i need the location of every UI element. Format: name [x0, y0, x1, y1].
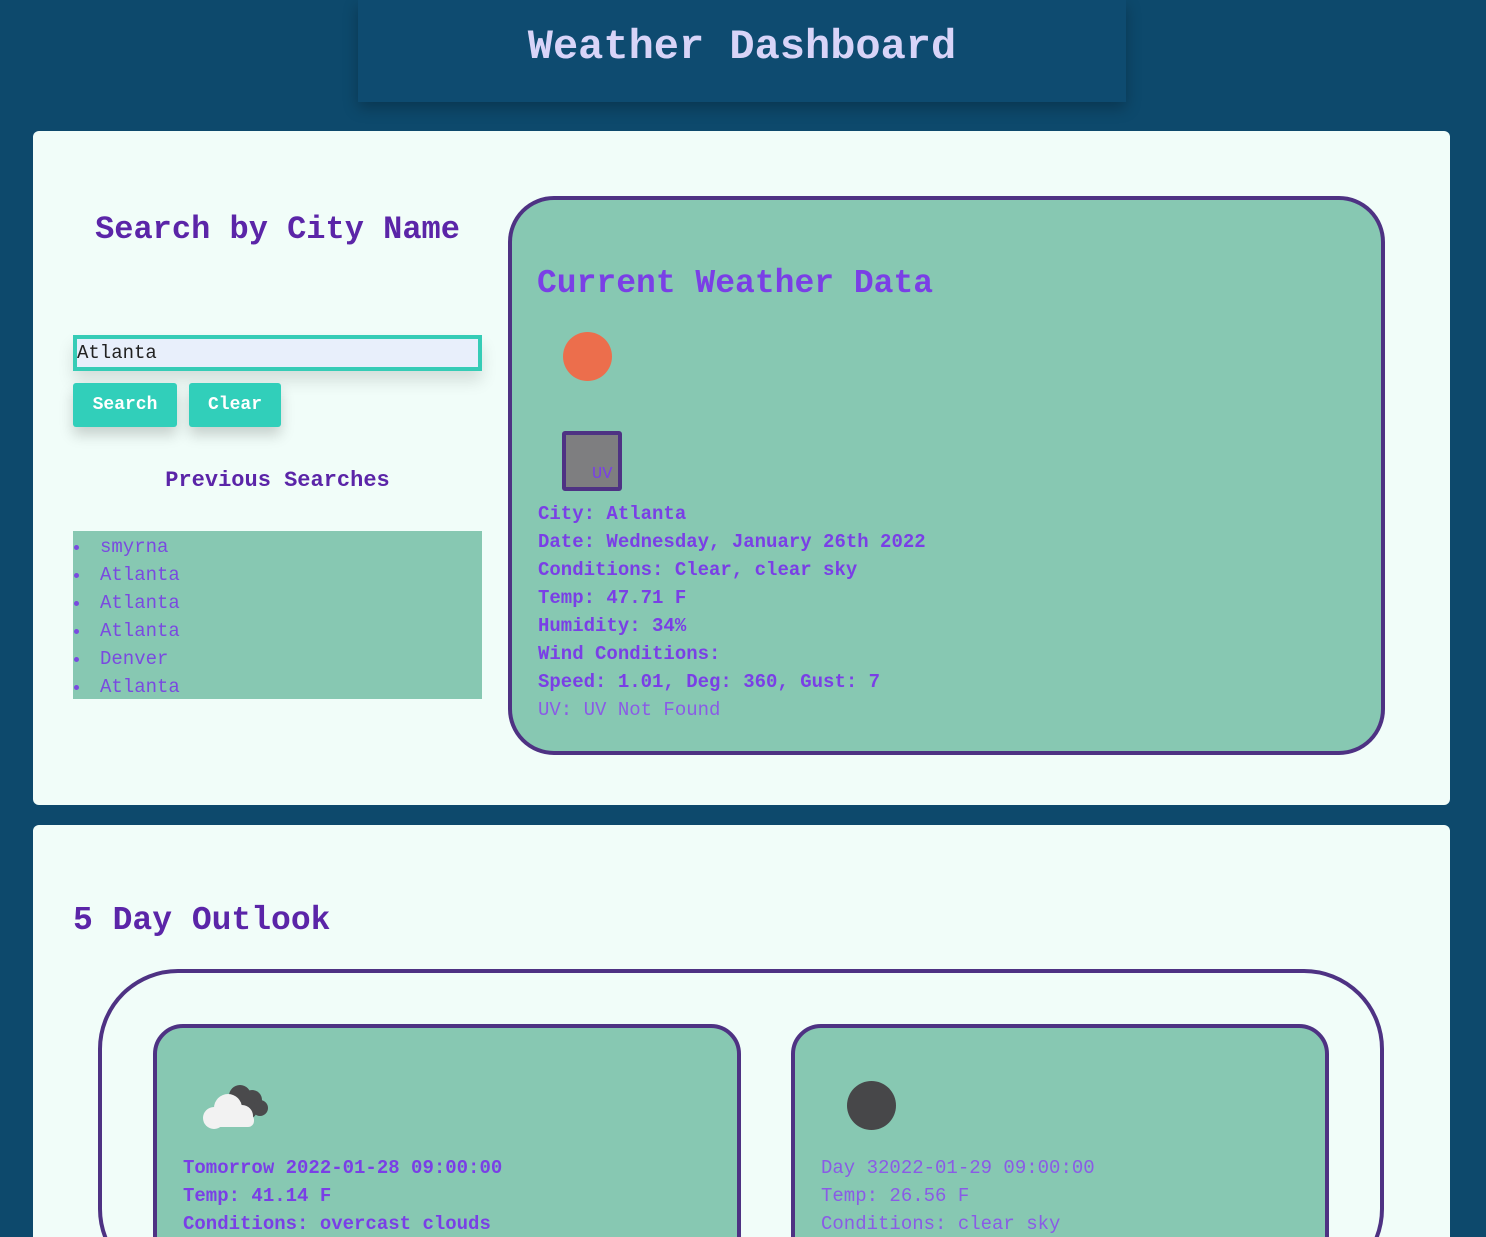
sun-icon	[563, 332, 612, 381]
previous-search-item[interactable]: Atlanta	[73, 673, 482, 701]
previous-search-item[interactable]: Atlanta	[73, 589, 482, 617]
uv-indicator-label: UV	[592, 465, 613, 484]
current-temp: Temp: 47.71 F	[538, 587, 687, 609]
city-search-input[interactable]	[73, 335, 482, 371]
moon-icon	[847, 1081, 896, 1130]
previous-search-item[interactable]: Denver	[73, 645, 482, 673]
search-title: Search by City Name	[95, 211, 460, 248]
uv-indicator: UV	[562, 431, 622, 491]
forecast-heading: Day 32022-01-29 09:00:00	[821, 1157, 1095, 1179]
previous-searches-list: smyrna Atlanta Atlanta Atlanta Denver At…	[73, 531, 482, 699]
previous-search-item[interactable]: smyrna	[73, 533, 482, 561]
page-title: Weather Dashboard	[527, 23, 957, 71]
current-city: City: Atlanta	[538, 503, 687, 525]
current-date: Date: Wednesday, January 26th 2022	[538, 531, 926, 553]
forecast-heading: Tomorrow 2022-01-28 09:00:00	[183, 1157, 503, 1179]
current-humidity: Humidity: 34%	[538, 615, 687, 637]
previous-search-item[interactable]: Atlanta	[73, 561, 482, 589]
outlook-title: 5 Day Outlook	[73, 902, 331, 939]
forecast-conditions: Conditions: clear sky	[821, 1213, 1061, 1235]
header: Weather Dashboard	[358, 0, 1126, 102]
previous-search-item[interactable]: Atlanta	[73, 617, 482, 645]
current-uv: UV: UV Not Found	[538, 699, 721, 721]
clear-button[interactable]: Clear	[189, 383, 281, 427]
search-button[interactable]: Search	[73, 383, 177, 427]
cloud-icon	[203, 1085, 268, 1129]
current-conditions: Conditions: Clear, clear sky	[538, 559, 858, 581]
wind-conditions-title: Wind Conditions:	[538, 643, 721, 665]
forecast-temp: Temp: 26.56 F	[821, 1185, 970, 1207]
current-weather-title: Current Weather Data	[537, 265, 934, 302]
forecast-conditions: Conditions: overcast clouds	[183, 1213, 491, 1235]
wind-details: Speed: 1.01, Deg: 360, Gust: 7	[538, 671, 881, 693]
previous-searches-title: Previous Searches	[165, 468, 390, 493]
forecast-temp: Temp: 41.14 F	[183, 1185, 332, 1207]
